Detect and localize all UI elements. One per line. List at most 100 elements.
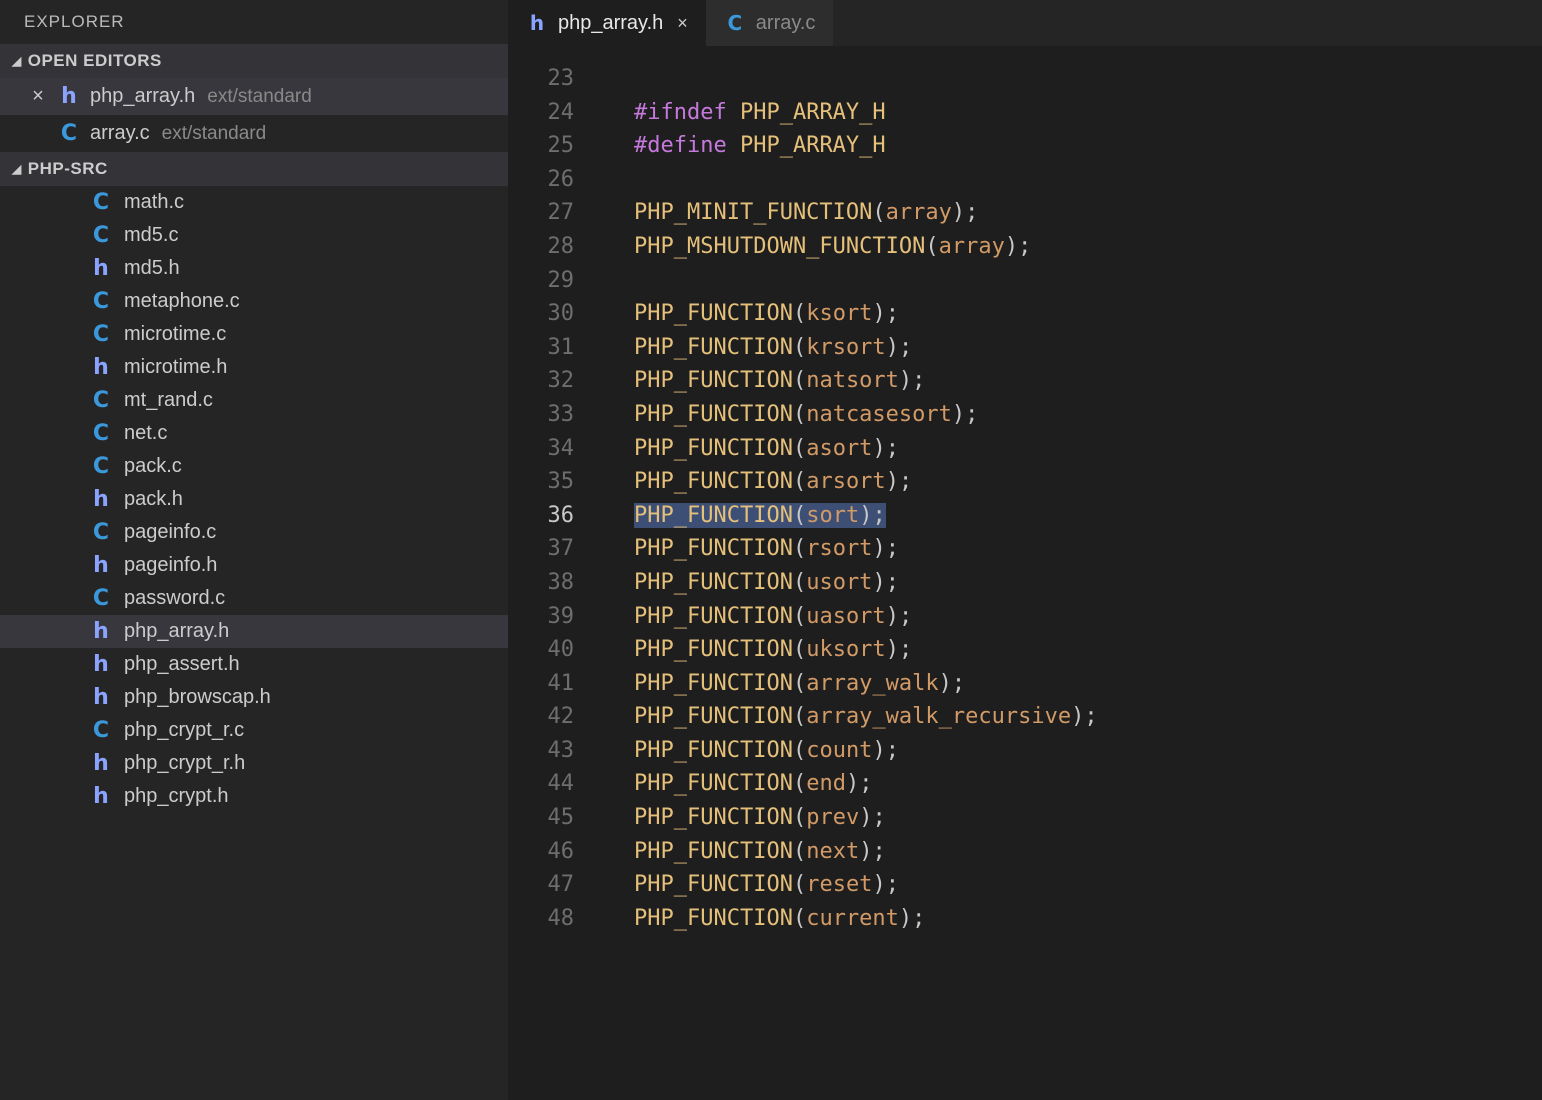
file-tree-item[interactable]: hpack.h: [0, 483, 508, 516]
open-editor-item[interactable]: Carray.cext/standard: [0, 115, 508, 152]
code-line[interactable]: [604, 264, 1542, 298]
collapse-icon: ◢: [12, 162, 22, 176]
line-number: 27: [508, 196, 574, 230]
file-tree-item[interactable]: Cmath.c: [0, 186, 508, 219]
code-line[interactable]: PHP_FUNCTION(uksort);: [604, 633, 1542, 667]
code-line[interactable]: PHP_FUNCTION(next);: [604, 835, 1542, 869]
code-editor[interactable]: 2324252627282930313233343536373839404142…: [508, 46, 1542, 1100]
file-c-icon: C: [90, 520, 112, 545]
file-h-icon: h: [90, 256, 112, 281]
code-line[interactable]: PHP_FUNCTION(reset);: [604, 868, 1542, 902]
file-name: net.c: [124, 422, 167, 445]
file-tree-item[interactable]: Cnet.c: [0, 417, 508, 450]
file-tree-item[interactable]: hphp_array.h: [0, 615, 508, 648]
code-line[interactable]: #ifndef PHP_ARRAY_H: [604, 96, 1542, 130]
code-line[interactable]: PHP_FUNCTION(usort);: [604, 566, 1542, 600]
line-number: 35: [508, 465, 574, 499]
open-editor-name: php_array.h: [90, 85, 195, 108]
line-number: 30: [508, 297, 574, 331]
line-number: 44: [508, 767, 574, 801]
code-line[interactable]: [604, 62, 1542, 96]
code-line[interactable]: PHP_FUNCTION(current);: [604, 902, 1542, 936]
file-h-icon: h: [90, 553, 112, 578]
project-header[interactable]: ◢ PHP-SRC: [0, 152, 508, 186]
file-tree-item[interactable]: h md5.h: [0, 252, 508, 285]
code-line[interactable]: [604, 163, 1542, 197]
file-name: md5.h: [124, 257, 180, 280]
file-c-icon: C: [58, 121, 80, 146]
file-h-icon: h: [90, 751, 112, 776]
file-tree-item[interactable]: hphp_assert.h: [0, 648, 508, 681]
tab-label: php_array.h: [558, 12, 663, 35]
line-number: 42: [508, 700, 574, 734]
code-line[interactable]: PHP_FUNCTION(krsort);: [604, 331, 1542, 365]
file-h-icon: h: [90, 487, 112, 512]
file-c-icon: C: [90, 454, 112, 479]
code-line[interactable]: PHP_FUNCTION(rsort);: [604, 532, 1542, 566]
file-tree-item[interactable]: Cpageinfo.c: [0, 516, 508, 549]
line-number: 46: [508, 835, 574, 869]
code-lines[interactable]: #ifndef PHP_ARRAY_H#define PHP_ARRAY_H P…: [604, 62, 1542, 1100]
file-c-icon: C: [90, 190, 112, 215]
editor-tab[interactable]: hphp_array.h×: [508, 0, 706, 46]
code-line[interactable]: PHP_FUNCTION(array_walk_recursive);: [604, 700, 1542, 734]
file-tree-item[interactable]: hpageinfo.h: [0, 549, 508, 582]
collapse-icon: ◢: [12, 54, 22, 68]
file-name: math.c: [124, 191, 184, 214]
file-c-icon: C: [90, 223, 112, 248]
explorer-sidebar: EXPLORER ◢ OPEN EDITORS ×hphp_array.hext…: [0, 0, 508, 1100]
editor-tab[interactable]: Carray.c: [706, 0, 834, 46]
file-tree-item[interactable]: Cphp_crypt_r.c: [0, 714, 508, 747]
project-label: PHP-SRC: [28, 159, 108, 179]
file-name: microtime.c: [124, 323, 226, 346]
line-number: 45: [508, 801, 574, 835]
code-line[interactable]: PHP_FUNCTION(natcasesort);: [604, 398, 1542, 432]
open-editor-path: ext/standard: [162, 123, 267, 145]
code-line[interactable]: PHP_MINIT_FUNCTION(array);: [604, 196, 1542, 230]
code-line[interactable]: PHP_FUNCTION(array_walk);: [604, 667, 1542, 701]
file-tree-item[interactable]: hphp_browscap.h: [0, 681, 508, 714]
code-line[interactable]: PHP_FUNCTION(end);: [604, 767, 1542, 801]
line-number: 43: [508, 734, 574, 768]
file-tree-item[interactable]: hmicrotime.h: [0, 351, 508, 384]
code-line[interactable]: PHP_FUNCTION(prev);: [604, 801, 1542, 835]
file-c-icon: C: [90, 322, 112, 347]
code-line[interactable]: PHP_MSHUTDOWN_FUNCTION(array);: [604, 230, 1542, 264]
file-name: php_crypt.h: [124, 785, 229, 808]
file-name: pack.c: [124, 455, 182, 478]
line-number: 32: [508, 364, 574, 398]
file-tree-item[interactable]: Cmt_rand.c: [0, 384, 508, 417]
code-line[interactable]: PHP_FUNCTION(uasort);: [604, 600, 1542, 634]
file-tree-item[interactable]: Cmetaphone.c: [0, 285, 508, 318]
line-number: 23: [508, 62, 574, 96]
file-name: md5.c: [124, 224, 178, 247]
file-tree-item[interactable]: Cpack.c: [0, 450, 508, 483]
file-tree-item[interactable]: h php_crypt_r.h: [0, 747, 508, 780]
code-line[interactable]: PHP_FUNCTION(natsort);: [604, 364, 1542, 398]
line-number: 24: [508, 96, 574, 130]
file-name: pageinfo.c: [124, 521, 216, 544]
code-line[interactable]: PHP_FUNCTION(ksort);: [604, 297, 1542, 331]
file-name: php_crypt_r.h: [124, 752, 245, 775]
file-c-icon: C: [724, 11, 746, 35]
close-dirty-icon[interactable]: ×: [28, 85, 48, 108]
tab-close-icon[interactable]: ×: [677, 13, 688, 34]
file-tree-item[interactable]: Cmicrotime.c: [0, 318, 508, 351]
file-tree-item[interactable]: hphp_crypt.h: [0, 780, 508, 813]
file-tree-item[interactable]: Cmd5.c: [0, 219, 508, 252]
code-line[interactable]: PHP_FUNCTION(sort);: [604, 499, 1542, 533]
file-name: password.c: [124, 587, 225, 610]
line-number: 48: [508, 902, 574, 936]
open-editor-path: ext/standard: [207, 86, 312, 108]
code-line[interactable]: PHP_FUNCTION(count);: [604, 734, 1542, 768]
file-c-icon: C: [90, 586, 112, 611]
code-line[interactable]: PHP_FUNCTION(arsort);: [604, 465, 1542, 499]
code-line[interactable]: #define PHP_ARRAY_H: [604, 129, 1542, 163]
file-tree-item[interactable]: Cpassword.c: [0, 582, 508, 615]
file-name: metaphone.c: [124, 290, 240, 313]
code-line[interactable]: PHP_FUNCTION(asort);: [604, 432, 1542, 466]
file-c-icon: C: [90, 421, 112, 446]
open-editor-item[interactable]: ×hphp_array.hext/standard: [0, 78, 508, 115]
open-editors-header[interactable]: ◢ OPEN EDITORS: [0, 44, 508, 78]
line-number: 33: [508, 398, 574, 432]
